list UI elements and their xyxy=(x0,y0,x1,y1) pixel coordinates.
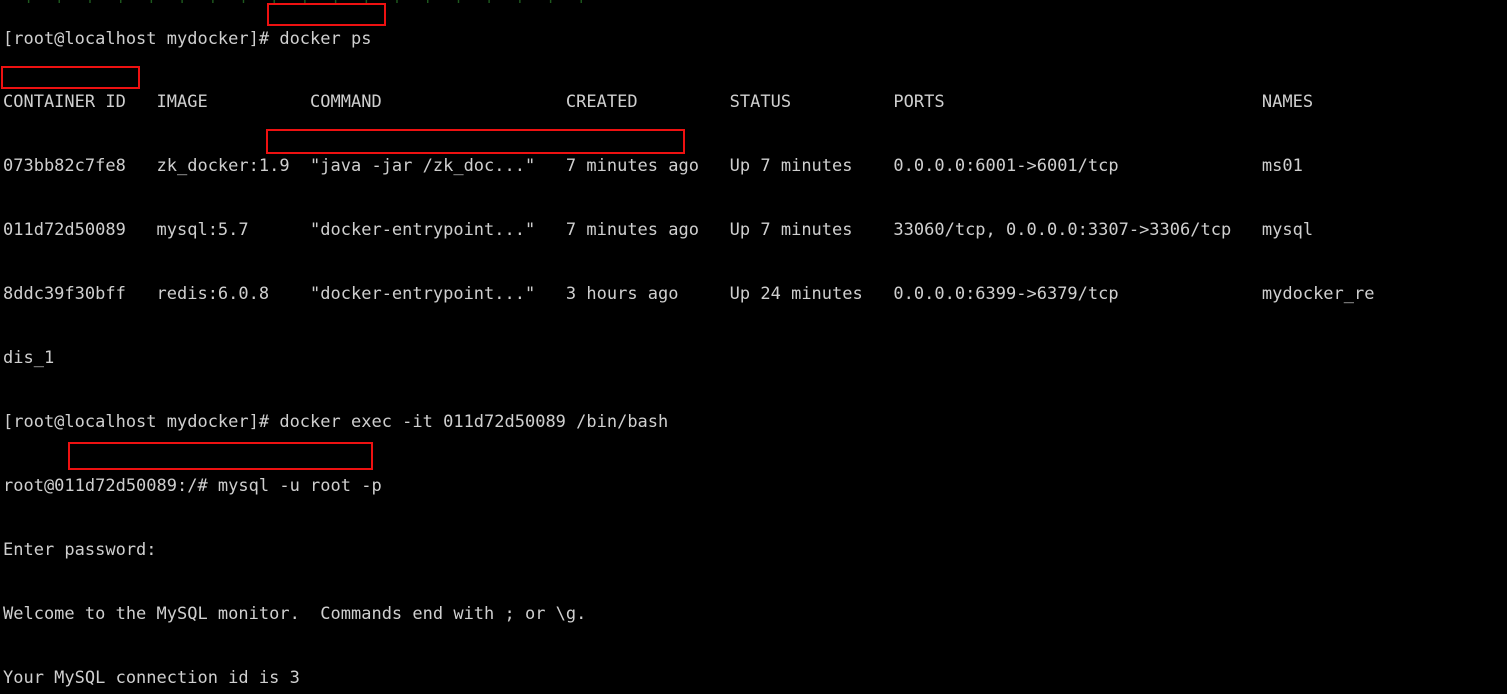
docker-ps-row-redis: 8ddc39f30bff redis:6.0.8 "docker-entrypo… xyxy=(3,284,1375,305)
terminal-line-container-prompt-mysql: root@011d72d50089:/# mysql -u root -p xyxy=(3,475,382,496)
terminal-line-prompt-docker-exec: [root@localhost mydocker]# docker exec -… xyxy=(3,411,669,432)
terminal-window[interactable]: | | | | | | | | | | | | | | | | | | | [r… xyxy=(0,0,1507,694)
terminal-screen: [root@localhost mydocker]# docker ps CON… xyxy=(3,0,1374,694)
terminal-line-prompt-docker-ps: [root@localhost mydocker]# docker ps xyxy=(3,28,372,49)
docker-ps-row-redis-wrap: dis_1 xyxy=(3,348,55,369)
mysql-banner-connection-id: Your MySQL connection id is 3 xyxy=(3,667,300,688)
docker-ps-header-row: CONTAINER ID IMAGE COMMAND CREATED STATU… xyxy=(3,92,1314,113)
terminal-line-enter-password: Enter password: xyxy=(3,539,157,560)
docker-ps-row-zk-docker: 073bb82c7fe8 zk_docker:1.9 "java -jar /z… xyxy=(3,156,1303,177)
mysql-banner-welcome: Welcome to the MySQL monitor. Commands e… xyxy=(3,603,587,624)
docker-ps-row-mysql: 011d72d50089 mysql:5.7 "docker-entrypoin… xyxy=(3,220,1314,241)
